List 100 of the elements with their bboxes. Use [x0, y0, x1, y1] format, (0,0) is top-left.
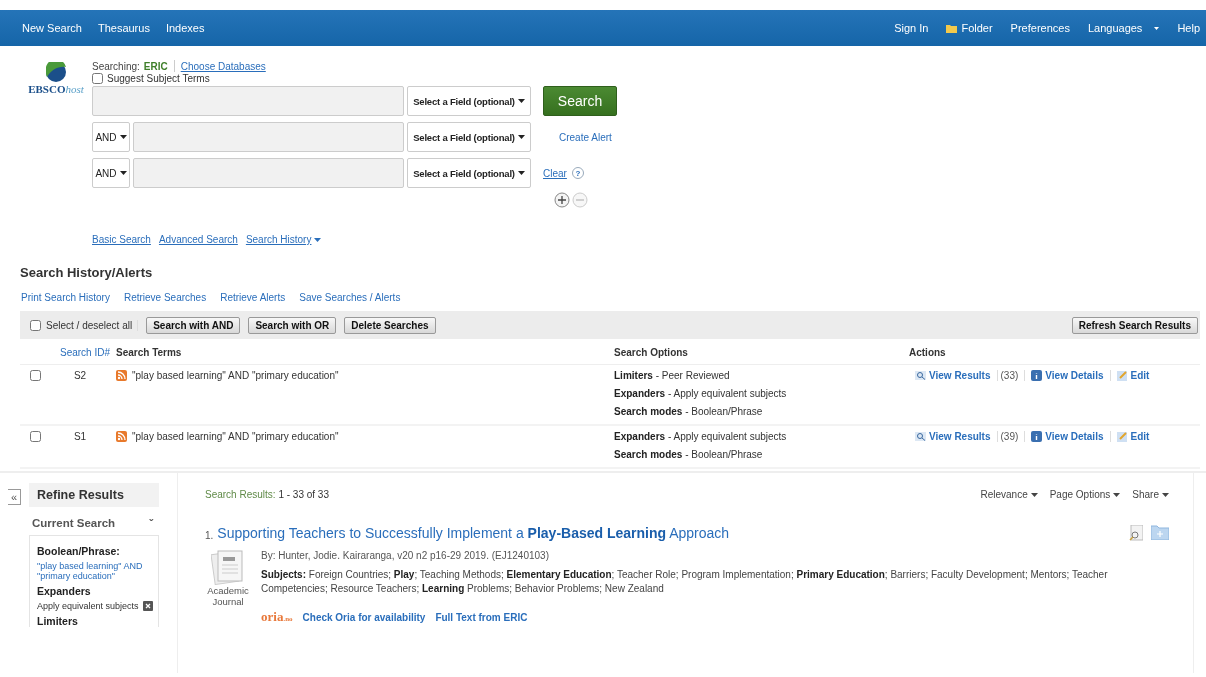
- select-all-label: Select / deselect all: [46, 319, 133, 331]
- magnifier-icon: [915, 371, 926, 380]
- results-menu[interactable]: Page Options: [1049, 489, 1121, 500]
- field-dropdown[interactable]: Select a Field (optional): [407, 86, 531, 116]
- remove-icon[interactable]: [143, 600, 153, 611]
- search-input[interactable]: [133, 158, 404, 188]
- search-mode-link[interactable]: Advanced Search: [158, 234, 238, 245]
- rss-icon[interactable]: [116, 431, 127, 442]
- history-link[interactable]: Retrieve Searches: [123, 292, 207, 303]
- facet-heading: Expanders: [37, 585, 92, 598]
- edit-link[interactable]: Edit: [1110, 431, 1156, 442]
- document-type-label: Academic Journal: [206, 585, 250, 607]
- field-dropdown[interactable]: Select a Field (optional): [407, 158, 531, 188]
- search-id: S1: [73, 431, 87, 442]
- caret-icon: [314, 238, 322, 243]
- edit-link[interactable]: Edit: [1110, 370, 1156, 381]
- column-header: Search Options: [614, 339, 909, 365]
- create-alert-link[interactable]: Create Alert: [559, 131, 612, 143]
- journal-icon: [211, 549, 245, 585]
- logo-icon: [46, 62, 66, 82]
- caret-icon: [517, 99, 525, 103]
- caret-icon: [1113, 493, 1121, 498]
- result-title-link[interactable]: Supporting Teachers to Successfully Implement a Play-Based Learning Approach: [217, 525, 1129, 541]
- select-all-checkbox[interactable]: [30, 319, 41, 331]
- results-menu[interactable]: Relevance: [980, 489, 1038, 500]
- result-number: 1.: [205, 528, 214, 541]
- column-header: Search Terms: [116, 339, 614, 365]
- searching-label: Searching:: [92, 60, 140, 72]
- search-input[interactable]: [133, 122, 404, 152]
- availability-link[interactable]: Full Text from ERIC: [435, 611, 528, 625]
- suggest-checkbox[interactable]: [92, 73, 103, 84]
- nav-link[interactable]: Thesaurus: [97, 22, 150, 34]
- operator-dropdown[interactable]: AND: [92, 122, 130, 152]
- nav-link[interactable]: New Search: [22, 22, 82, 34]
- add-row-icon[interactable]: [554, 192, 570, 208]
- database-name: ERIC: [143, 60, 168, 72]
- search-option: Search modes - Boolean/Phrase: [614, 449, 909, 460]
- facet-heading: Boolean/Phrase:: [37, 545, 121, 558]
- view-results-link[interactable]: View Results: [909, 370, 998, 381]
- caret-icon: [119, 171, 127, 175]
- refine-heading: Refine Results: [29, 483, 159, 507]
- pencil-icon: [1116, 370, 1128, 381]
- nav-link[interactable]: Help: [1177, 22, 1200, 34]
- caret-icon: [517, 171, 525, 175]
- view-details-link[interactable]: View Details: [1024, 431, 1111, 442]
- refresh-button[interactable]: Refresh Search Results: [1071, 316, 1198, 334]
- caret-icon: [1162, 493, 1169, 498]
- search-input[interactable]: [92, 86, 404, 116]
- row-checkbox[interactable]: [30, 370, 41, 381]
- availability-link[interactable]: Check Oria for availability: [302, 611, 426, 625]
- clear-link[interactable]: Clear: [543, 167, 567, 179]
- nav-link[interactable]: Sign In: [894, 22, 929, 34]
- search-option: Expanders - Apply equivalent subjects: [614, 431, 909, 442]
- search-option: Limiters - Peer Reviewed: [614, 370, 909, 381]
- result-byline: By: Hunter, Jodie. Kairaranga, v20 n2 p16-29 2019. (EJ1240103): [261, 549, 550, 563]
- facet-heading: Limiters: [37, 614, 79, 628]
- history-button[interactable]: Delete Searches: [344, 316, 436, 334]
- choose-databases-link[interactable]: Choose Databases: [180, 60, 266, 72]
- search-option: Expanders - Apply equivalent subjects: [614, 388, 909, 399]
- search-terms: "play based learning" AND "primary education": [132, 431, 339, 442]
- current-search-toggle[interactable]: Current Search ˇ: [29, 507, 159, 535]
- view-results-link[interactable]: View Results: [909, 431, 998, 442]
- operator-dropdown[interactable]: AND: [92, 158, 130, 188]
- history-link[interactable]: Retrieve Alerts: [220, 292, 286, 303]
- logo-text: EBSCOhost: [28, 83, 84, 95]
- result-subjects: Subjects: Foreign Countries; Play; Teaching Methods; Elementary Education; Teacher Role; Program Implementation; Primary Education; Barriers; Faculty Development; Mentors; Teacher Competencies; Resource Teachers; Learning Problems; Behavior Problems; New Zealand: [261, 568, 1109, 596]
- suggest-label: Suggest Subject Terms: [107, 73, 210, 84]
- result-count: (39): [1000, 431, 1019, 442]
- history-button[interactable]: Search with OR: [248, 316, 337, 334]
- history-link[interactable]: Save Searches / Alerts: [299, 292, 401, 303]
- search-id: S2: [73, 370, 87, 381]
- search-history-menu[interactable]: Search History: [245, 234, 322, 245]
- collapse-button[interactable]: «: [8, 489, 21, 505]
- column-header[interactable]: Search ID#: [44, 339, 116, 365]
- results-menu[interactable]: Share: [1132, 489, 1169, 500]
- row-checkbox[interactable]: [30, 431, 41, 442]
- query-link[interactable]: "play based learning" AND "primary education": [37, 560, 153, 583]
- expander-item: Apply equivalent subjects: [37, 600, 139, 612]
- search-terms: "play based learning" AND "primary education": [132, 370, 339, 381]
- rss-icon[interactable]: [116, 370, 127, 381]
- search-option: Search modes - Boolean/Phrase: [614, 406, 909, 417]
- history-link[interactable]: Print Search History: [21, 292, 110, 303]
- search-button[interactable]: Search: [543, 86, 617, 116]
- section-heading: Search History/Alerts: [20, 265, 154, 280]
- nav-link[interactable]: Preferences: [1010, 22, 1070, 34]
- history-button[interactable]: Search with AND: [146, 316, 241, 334]
- preview-icon[interactable]: [1129, 525, 1143, 541]
- languages-menu[interactable]: Languages: [1087, 22, 1160, 34]
- field-dropdown[interactable]: Select a Field (optional): [407, 122, 531, 152]
- folder-link[interactable]: Folder: [946, 22, 993, 34]
- pencil-icon: [1116, 431, 1128, 442]
- caret-icon: [1030, 493, 1038, 498]
- view-details-link[interactable]: View Details: [1024, 370, 1111, 381]
- search-mode-link[interactable]: Basic Search: [92, 234, 151, 245]
- magnifier-icon: [915, 432, 926, 441]
- result-count: (33): [1000, 370, 1019, 381]
- nav-link[interactable]: Indexes: [165, 22, 205, 34]
- caret-icon: [1154, 26, 1160, 30]
- results-summary: Search Results: 1 - 33 of 33: [205, 489, 329, 500]
- caret-icon: [119, 135, 127, 139]
